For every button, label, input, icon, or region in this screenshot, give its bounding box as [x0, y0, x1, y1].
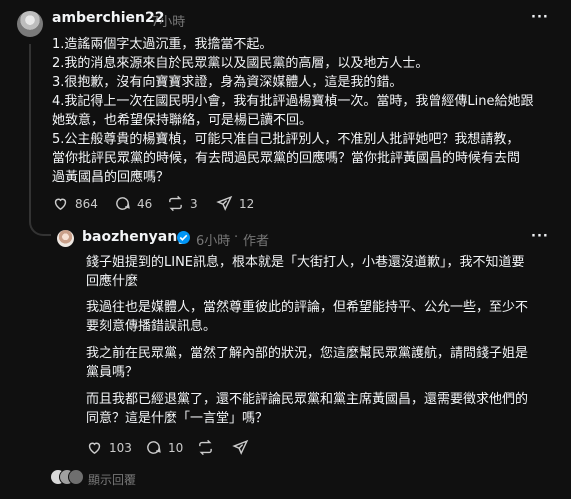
- reply-repost-button[interactable]: [197, 439, 214, 456]
- post-line: 4.我記得上一次在國民明小會，我有批評過楊寶楨一次。當時，我曾經傳Line給她跟: [52, 94, 534, 109]
- comment-icon: [147, 441, 161, 454]
- reply-comment-count: 10: [168, 440, 184, 455]
- share-count: 12: [239, 196, 255, 211]
- post-line: 5.公主般尊貴的楊寶楨，可能只准自己批評別人，不准別人批評她吧？我想請教，: [52, 132, 520, 147]
- show-replies-link[interactable]: 顯示回覆: [88, 471, 136, 488]
- repost-button[interactable]: 3: [167, 195, 198, 212]
- send-icon: [216, 195, 233, 211]
- post-line: 2.我的消息來源來自於民眾黨以及國民黨的高層，以及地方人士。: [52, 56, 429, 71]
- reply-username[interactable]: baozhenyang: [82, 229, 187, 245]
- author-separator: ·: [234, 230, 239, 245]
- post-line: 1.造謠兩個字太過沉重，我擔當不起。: [52, 37, 273, 52]
- reply-timestamp[interactable]: 6小時: [196, 230, 230, 249]
- post-line: 她致意，也希望保持聯絡，可是楊已讀不回。: [52, 113, 313, 128]
- like-count: 864: [75, 196, 98, 211]
- reply-avatar[interactable]: [57, 230, 74, 247]
- reply-comment-button[interactable]: 10: [145, 439, 183, 456]
- reply-like-count: 103: [109, 440, 132, 455]
- reply-line: 同意？這是什麼「一言堂」嗎？: [86, 411, 269, 426]
- post-line: 過黃國昌的回應嗎？: [52, 170, 170, 185]
- comment-icon: [116, 197, 130, 210]
- reply-line: 回應什麼: [86, 274, 139, 289]
- reply-more-options-button[interactable]: ···: [531, 229, 549, 244]
- verified-badge-icon: [177, 231, 190, 244]
- reply-line: 我過往也是媒體人，當然尊重彼此的評論，但希望能持平、公允一些，至少不: [86, 300, 529, 315]
- avatar[interactable]: [17, 11, 43, 37]
- reply-like-button[interactable]: 103: [86, 439, 132, 456]
- reply-share-button[interactable]: [232, 439, 249, 456]
- like-button[interactable]: 864: [52, 195, 98, 212]
- post-username[interactable]: amberchien22: [52, 10, 164, 26]
- author-tag: 作者: [243, 234, 270, 249]
- thread-connector: [29, 206, 51, 236]
- repost-count: 3: [190, 196, 198, 211]
- post-line: 當你批評民眾黨的時候，有去問過民眾黨的回應嗎？當你批評黃國昌的時候有去問: [52, 151, 521, 166]
- reply-line: 錢子姐提到的LINE訊息，根本就是「大街打人，小巷還沒道歉」，我不知道要: [86, 255, 525, 270]
- thread-line: [29, 44, 31, 210]
- repost-icon: [199, 439, 212, 456]
- send-icon: [232, 439, 249, 455]
- repost-icon: [169, 195, 182, 212]
- reply-line: 而且我都已經退黨了，還不能評論民眾黨和黨主席黃國昌，還需要徵求他們的: [86, 392, 529, 407]
- reply-line: 黨員嗎？: [86, 365, 139, 380]
- post-timestamp[interactable]: 7小時: [151, 11, 185, 30]
- comment-button[interactable]: 46: [114, 195, 152, 212]
- heart-icon: [54, 198, 67, 211]
- reply-line: 要刻意傳播錯誤訊息。: [86, 319, 217, 334]
- avatar: [68, 469, 84, 485]
- share-button[interactable]: 12: [216, 195, 254, 212]
- reply-avatars-stack[interactable]: [50, 469, 84, 485]
- post-line: 3.很抱歉，沒有向寶寶求證，身為資深媒體人，這是我的錯。: [52, 75, 403, 90]
- comment-count: 46: [137, 196, 153, 211]
- reply-line: 我之前在民眾黨，當然了解內部的狀況，您這麼幫民眾黨護航，請問錢子姐是: [86, 346, 529, 361]
- more-options-button[interactable]: ···: [531, 10, 549, 25]
- heart-icon: [88, 442, 101, 455]
